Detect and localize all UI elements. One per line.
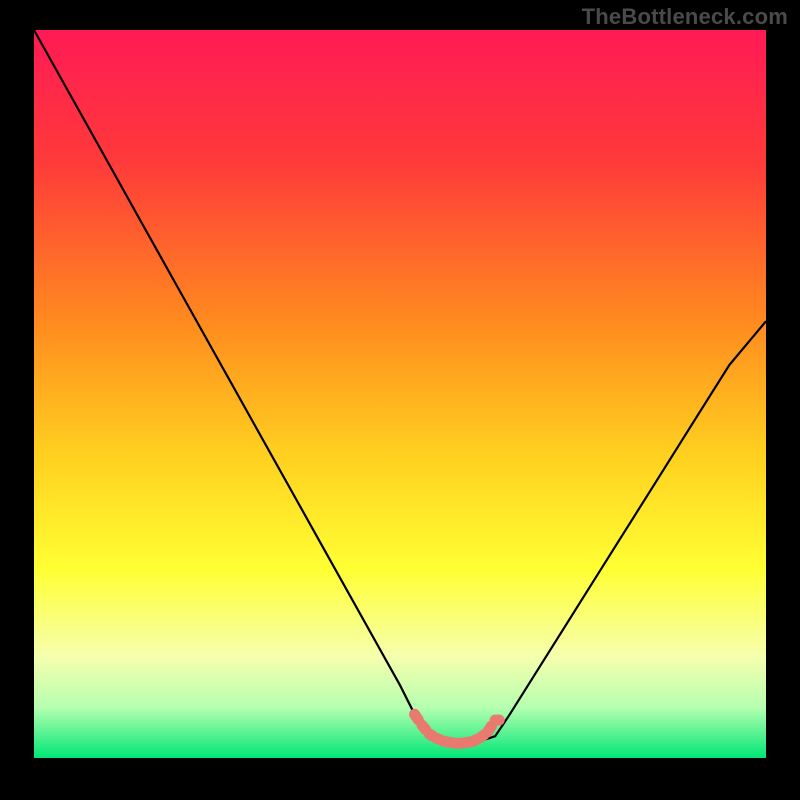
frame-left	[0, 0, 34, 800]
chart-frame: TheBottleneck.com	[0, 0, 800, 800]
plot-background	[34, 30, 766, 758]
watermark-text: TheBottleneck.com	[582, 4, 788, 30]
frame-bottom	[0, 758, 800, 800]
bottleneck-chart	[0, 0, 800, 800]
frame-right	[766, 0, 800, 800]
